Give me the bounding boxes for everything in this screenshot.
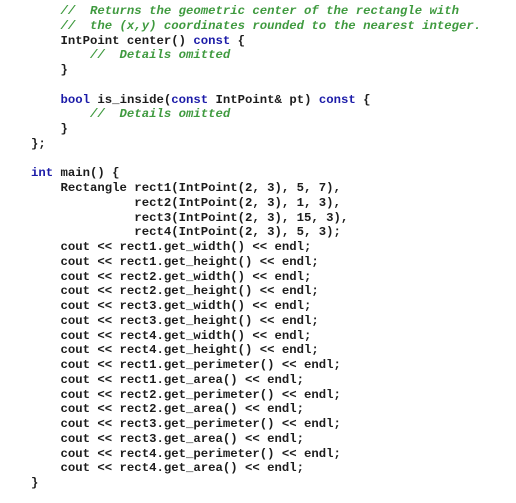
code-line: rect4(IntPoint(2, 3), 5, 3);: [31, 225, 481, 240]
code-text: cout << rect1.get_height() << endl;: [31, 254, 319, 269]
code-line: cout << rect4.get_width() << endl;: [31, 329, 481, 344]
code-text: main() {: [53, 166, 120, 181]
code-text: {: [230, 33, 246, 48]
code-line: int main() {: [31, 166, 481, 181]
code-line: cout << rect3.get_height() << endl;: [31, 314, 481, 329]
code-text: cout << rect3.get_height() << endl;: [31, 313, 319, 328]
code-comment: // the (x,y) coordinates rounded to the …: [31, 18, 482, 33]
code-text: }: [31, 63, 68, 77]
code-line: cout << rect3.get_area() << endl;: [31, 432, 481, 447]
code-text: cout << rect4.get_height() << endl;: [31, 343, 319, 358]
code-text: cout << rect2.get_width() << endl;: [31, 269, 312, 284]
code-line: bool is_inside(const IntPoint& pt) const…: [31, 93, 481, 108]
code-line: // the (x,y) coordinates rounded to the …: [31, 18, 482, 34]
code-text: };: [31, 136, 46, 151]
code-line: cout << rect2.get_perimeter() << endl;: [31, 388, 481, 403]
code-text: cout << rect4.get_width() << endl;: [31, 328, 312, 343]
code-line: rect3(IntPoint(2, 3), 15, 3),: [31, 211, 481, 226]
code-line: // Details omitted: [31, 48, 481, 63]
code-text: cout << rect4.get_area() << endl;: [31, 461, 305, 476]
code-text: cout << rect4.get_perimeter() << endl;: [31, 446, 341, 461]
code-line: };: [31, 137, 481, 152]
code-line: cout << rect1.get_area() << endl;: [31, 373, 481, 388]
code-text: cout << rect1.get_width() << endl;: [31, 240, 312, 254]
code-comment: // Returns the geometric center of the r…: [31, 4, 460, 18]
code-text: cout << rect3.get_width() << endl;: [31, 299, 312, 313]
code-listing: // Returns the geometric center of the r…: [31, 4, 481, 491]
code-text: Rectangle rect1(IntPoint(2, 3), 5, 7),: [31, 181, 341, 195]
code-line: cout << rect2.get_area() << endl;: [31, 402, 481, 417]
code-line: // Details omitted: [31, 107, 481, 122]
code-text: }: [31, 122, 68, 136]
code-text: }: [31, 476, 39, 490]
code-line: cout << rect3.get_perimeter() << endl;: [31, 417, 481, 432]
code-text: cout << rect3.get_area() << endl;: [31, 431, 305, 446]
code-text: cout << rect1.get_perimeter() << endl;: [31, 358, 341, 372]
code-line: cout << rect1.get_height() << endl;: [31, 255, 481, 270]
code-line: cout << rect3.get_width() << endl;: [31, 299, 481, 314]
code-keyword: const: [193, 33, 231, 48]
code-comment: // Details omitted: [31, 48, 231, 63]
code-text: rect4(IntPoint(2, 3), 5, 3);: [31, 225, 341, 240]
code-line: cout << rect4.get_area() << endl;: [31, 461, 481, 476]
code-text: IntPoint& pt): [208, 92, 319, 107]
code-text: rect3(IntPoint(2, 3), 15, 3),: [31, 210, 349, 225]
code-comment: // Details omitted: [31, 107, 231, 122]
code-keyword: bool: [31, 92, 91, 107]
code-line: }: [31, 476, 481, 491]
code-text: IntPoint center(): [31, 33, 194, 48]
code-text: rect2(IntPoint(2, 3), 1, 3),: [31, 195, 341, 210]
code-text: cout << rect2.get_area() << endl;: [31, 402, 305, 417]
code-text: cout << rect3.get_perimeter() << endl;: [31, 417, 341, 431]
code-keyword: const: [171, 92, 209, 107]
code-line: }: [31, 122, 481, 137]
code-line: }: [31, 63, 481, 78]
code-line: cout << rect1.get_width() << endl;: [31, 240, 481, 255]
code-line: // Returns the geometric center of the r…: [31, 4, 481, 19]
code-line: IntPoint center() const {: [31, 34, 481, 49]
code-text: is_inside(: [90, 92, 172, 107]
code-line: cout << rect4.get_perimeter() << endl;: [31, 447, 481, 462]
code-keyword: int: [31, 166, 54, 181]
code-text: cout << rect1.get_area() << endl;: [31, 372, 305, 387]
code-line: rect2(IntPoint(2, 3), 1, 3),: [31, 196, 481, 211]
code-line: cout << rect2.get_height() << endl;: [31, 284, 481, 299]
code-text: cout << rect2.get_perimeter() << endl;: [31, 387, 341, 402]
code-text: cout << rect2.get_height() << endl;: [31, 284, 319, 299]
code-line: cout << rect1.get_perimeter() << endl;: [31, 358, 481, 373]
code-line: cout << rect4.get_height() << endl;: [31, 343, 481, 358]
code-keyword: const: [318, 92, 356, 107]
code-line: Rectangle rect1(IntPoint(2, 3), 5, 7),: [31, 181, 481, 196]
code-text: {: [355, 92, 371, 107]
code-line: cout << rect2.get_width() << endl;: [31, 270, 481, 285]
